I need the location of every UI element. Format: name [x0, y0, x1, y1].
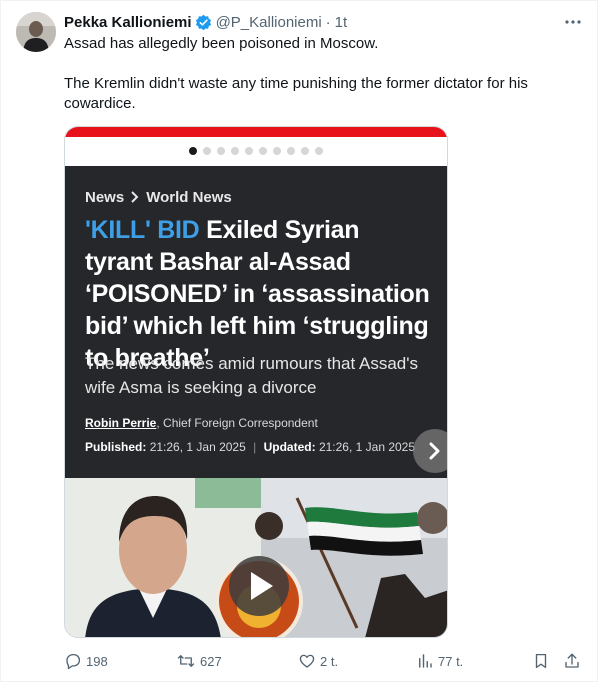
tweet-paragraph: The Kremlin didn't waste any time punish… — [64, 75, 528, 112]
author-handle[interactable]: @P_Kallioniemi — [216, 14, 322, 31]
article-panel: News World News 'KILL' BID Exiled Syrian… — [65, 166, 447, 478]
article-headline: 'KILL' BID Exiled Syrian tyrant Bashar a… — [85, 214, 430, 374]
headline-kicker: 'KILL' BID — [85, 216, 200, 244]
tweet-text: Assad has allegedly been poisoned in Mos… — [64, 34, 574, 114]
reply-button[interactable]: 198 — [64, 650, 108, 672]
carousel-dot[interactable] — [203, 147, 211, 155]
like-button[interactable]: 2 t. — [298, 650, 338, 672]
avatar[interactable] — [16, 12, 56, 52]
timestamp[interactable]: 1t — [335, 14, 348, 31]
more-icon[interactable] — [562, 12, 584, 32]
reply-count: 198 — [86, 653, 108, 669]
carousel-dot[interactable] — [301, 147, 309, 155]
byline-author: Robin Perrie — [85, 416, 157, 430]
article-photo — [65, 478, 447, 637]
repost-button[interactable]: 627 — [176, 650, 222, 672]
like-icon — [299, 654, 315, 668]
article-standfirst: The news comes amid rumours that Assad's… — [85, 354, 418, 397]
carousel-dot[interactable] — [231, 147, 239, 155]
chevron-right-icon — [130, 190, 140, 206]
separator: · — [325, 13, 331, 31]
carousel-dot[interactable] — [287, 147, 295, 155]
tweet-paragraph: Assad has allegedly been poisoned in Mos… — [64, 35, 379, 52]
share-button[interactable] — [563, 650, 581, 672]
author-name[interactable]: Pekka Kallioniemi — [64, 14, 192, 31]
carousel-dot[interactable] — [315, 147, 323, 155]
share-icon — [565, 653, 579, 668]
published-date: 21:26, 1 Jan 2025 — [149, 440, 246, 454]
breadcrumb-item: News — [85, 189, 125, 206]
updated-label: Updated: — [263, 440, 316, 454]
date-separator: | — [253, 440, 257, 454]
views-button[interactable]: 77 t. — [416, 650, 463, 672]
article-dates: Published: 21:26, 1 Jan 2025 | Updated: … — [85, 440, 415, 454]
carousel-dots — [65, 147, 447, 155]
repost-count: 627 — [200, 653, 222, 669]
views-icon — [419, 654, 432, 668]
bookmark-button[interactable] — [532, 650, 550, 672]
reply-icon — [66, 653, 81, 670]
carousel-dot[interactable] — [217, 147, 225, 155]
updated-date: 21:26, 1 Jan 2025 — [318, 440, 416, 454]
like-count: 2 t. — [320, 653, 339, 669]
published-label: Published: — [85, 440, 147, 454]
tweet-actions: 198 627 2 t. 77 t. — [64, 650, 584, 672]
carousel-dot[interactable] — [189, 147, 197, 155]
carousel-dot[interactable] — [245, 147, 253, 155]
verified-badge-icon — [195, 14, 212, 31]
byline-role: , Chief Foreign Correspondent — [156, 416, 318, 430]
breadcrumb-item: World News — [146, 189, 232, 206]
repost-icon — [177, 655, 195, 667]
bookmark-icon — [535, 653, 547, 669]
media-image[interactable]: News World News 'KILL' BID Exiled Syrian… — [64, 126, 448, 638]
tweet-header: Pekka Kallioniemi @P_Kallioniemi · 1t — [64, 12, 347, 32]
carousel-dot[interactable] — [273, 147, 281, 155]
byline: Robin Perrie, Chief Foreign Corresponden… — [85, 416, 318, 430]
views-count: 77 t. — [438, 653, 464, 669]
carousel-dot[interactable] — [259, 147, 267, 155]
breadcrumb: News World News — [85, 189, 232, 206]
site-header-bar — [65, 127, 447, 137]
